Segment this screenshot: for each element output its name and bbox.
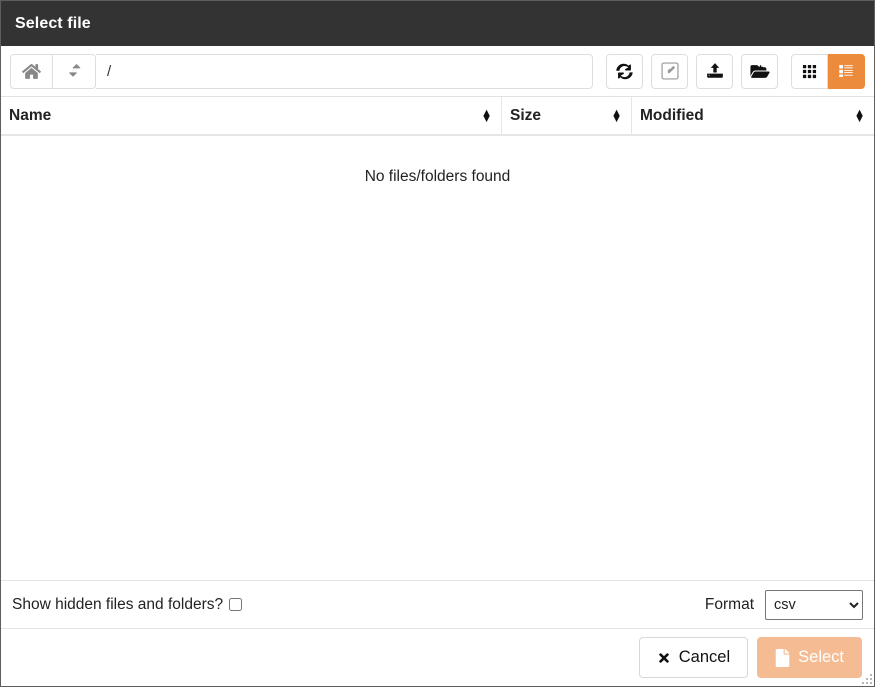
toolbar-action-group <box>606 53 778 89</box>
file-icon <box>775 648 790 667</box>
column-label-modified: Modified <box>640 106 704 124</box>
column-header-modified[interactable]: Modified ▲ ▼ <box>632 97 874 134</box>
upload-button[interactable] <box>696 53 733 89</box>
home-button[interactable] <box>10 53 53 89</box>
column-header-name[interactable]: Name ▲ ▼ <box>1 97 502 134</box>
column-label-size: Size <box>510 106 542 124</box>
options-bar: Show hidden files and folders? Format cs… <box>1 580 874 628</box>
new-folder-button[interactable] <box>741 53 778 89</box>
close-icon <box>657 651 671 665</box>
sort-icon-modified[interactable]: ▲ ▼ <box>854 107 865 124</box>
format-select[interactable]: csv <box>765 589 863 620</box>
show-hidden-files-toggle[interactable]: Show hidden files and folders? <box>12 595 243 614</box>
format-label: Format <box>704 595 754 613</box>
select-button-label: Select <box>798 648 844 666</box>
cancel-button[interactable]: Cancel <box>638 637 749 678</box>
grid-view-icon <box>802 64 817 79</box>
show-hidden-files-label: Show hidden files and folders? <box>12 595 224 613</box>
file-browser-toolbar <box>1 46 874 97</box>
view-mode-group <box>791 53 865 89</box>
rename-button[interactable] <box>651 53 688 89</box>
path-input[interactable] <box>96 53 593 89</box>
sort-icon-size[interactable]: ▲ ▼ <box>611 107 622 124</box>
dialog-footer: Cancel Select <box>1 628 874 686</box>
level-up-icon <box>67 62 82 80</box>
column-header-size[interactable]: Size ▲ ▼ <box>502 97 632 134</box>
new-folder-icon <box>749 63 770 80</box>
show-hidden-files-checkbox[interactable] <box>229 598 243 611</box>
file-table-header: Name ▲ ▼ Size ▲ ▼ Modified ▲ ▼ <box>1 97 874 136</box>
grid-view-button[interactable] <box>791 53 828 89</box>
cancel-button-label: Cancel <box>678 648 731 666</box>
file-list-area: Name ▲ ▼ Size ▲ ▼ Modified ▲ ▼ No files/fol… <box>1 97 874 580</box>
edit-icon <box>660 62 679 80</box>
home-icon <box>22 63 41 80</box>
sort-icon-name[interactable]: ▲ ▼ <box>481 107 492 124</box>
select-button[interactable]: Select <box>757 637 862 678</box>
list-view-icon <box>838 63 854 79</box>
navigation-button-group <box>10 53 96 89</box>
dialog-title: Select file <box>15 14 91 32</box>
parent-directory-button[interactable] <box>53 53 96 89</box>
format-control: Format csv <box>704 589 863 620</box>
list-view-button[interactable] <box>828 53 865 89</box>
file-table-body[interactable]: No files/folders found <box>1 136 874 580</box>
refresh-button[interactable] <box>606 53 643 89</box>
resize-grip[interactable] <box>859 671 872 684</box>
upload-icon <box>706 62 724 80</box>
dialog-titlebar: Select file <box>1 1 874 46</box>
column-label-name: Name <box>9 106 52 124</box>
empty-state-message: No files/folders found <box>364 168 511 185</box>
refresh-icon <box>616 63 633 80</box>
select-file-dialog: Select file / Name ▲ ▼ Size ▲ ▼ Modified… <box>0 0 875 687</box>
